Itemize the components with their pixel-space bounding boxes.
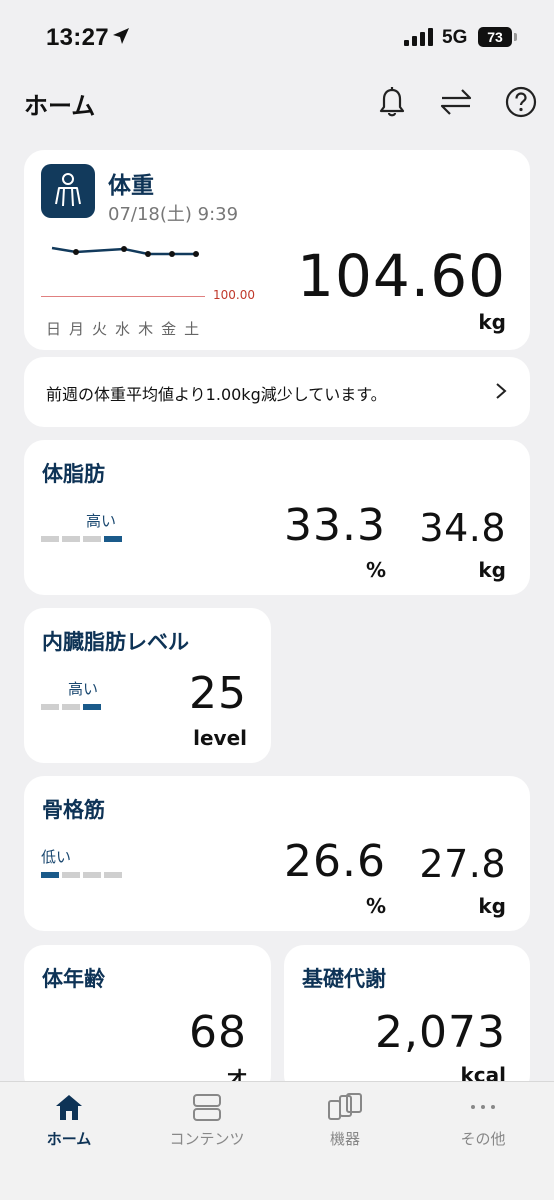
weight-card[interactable]: 体重 07/18(土) 9:39 100.00 日 月 火 水 木 金 土 10…	[24, 150, 530, 350]
day-label: 火	[92, 320, 108, 338]
visceral-fat-level-bar	[41, 704, 101, 710]
tab-more[interactable]: その他	[414, 1092, 552, 1149]
body-age-title: 体年齢	[42, 967, 105, 991]
day-label: 月	[69, 320, 85, 338]
tab-contents[interactable]: コンテンツ	[138, 1092, 276, 1149]
tab-label: ホーム	[46, 1130, 92, 1148]
skeletal-muscle-card[interactable]: 骨格筋 低い 26.6 % 27.8 kg	[24, 776, 530, 931]
skeletal-muscle-percent: 26.6	[284, 836, 386, 887]
weekday-labels: 日 月 火 水 木 金 土	[46, 318, 199, 339]
reference-label: 100.00	[213, 288, 255, 302]
level-segment	[83, 536, 101, 542]
skeletal-muscle-mass-unit: kg	[478, 894, 506, 918]
battery-level: 73	[487, 29, 503, 45]
signal-icon	[404, 28, 433, 46]
reference-line	[41, 296, 205, 297]
body-fat-level-bar	[41, 536, 122, 542]
bmr-value: 2,073	[375, 1007, 506, 1058]
spark-point	[193, 251, 199, 257]
day-label: 水	[115, 320, 131, 338]
tab-label: コンテンツ	[169, 1130, 245, 1148]
chevron-right-icon	[496, 383, 507, 399]
skeletal-muscle-mass: 27.8	[419, 842, 506, 886]
weight-title: 体重	[108, 173, 154, 199]
skeletal-muscle-title: 骨格筋	[42, 798, 105, 822]
tab-devices[interactable]: 機器	[276, 1092, 414, 1149]
bottom-tab-bar: ホーム コンテンツ 機器 その他	[0, 1081, 554, 1200]
skeletal-muscle-level-label: 低い	[41, 848, 72, 866]
status-time: 13:27	[46, 24, 109, 51]
spark-point	[73, 249, 79, 255]
basal-metabolism-card[interactable]: 基礎代謝 2,073 kcal	[284, 945, 530, 1095]
level-segment	[41, 536, 59, 542]
message-text: 前週の体重平均値より1.00kg減少しています。	[46, 385, 387, 404]
level-segment-active	[41, 872, 59, 878]
level-segment	[62, 704, 80, 710]
battery-icon: 73	[478, 27, 512, 47]
visceral-fat-level-label: 高い	[68, 680, 99, 698]
more-icon	[471, 1105, 495, 1109]
spark-point	[121, 246, 127, 252]
body-age-card[interactable]: 体年齢 68 才	[24, 945, 271, 1095]
weight-date: 07/18(土) 9:39	[108, 204, 239, 225]
visceral-fat-value: 25	[189, 668, 247, 719]
home-icon	[56, 1095, 82, 1120]
contents-icon	[193, 1094, 221, 1121]
body-avatar-icon	[41, 164, 95, 218]
weight-sparkline	[51, 246, 199, 257]
level-segment-active	[83, 704, 101, 710]
network-type: 5G	[442, 27, 468, 48]
day-label: 木	[138, 320, 154, 338]
day-label: 日	[46, 320, 62, 338]
level-segment	[104, 872, 122, 878]
body-fat-title: 体脂肪	[42, 462, 105, 486]
body-fat-card[interactable]: 体脂肪 高い 33.3 % 34.8 kg	[24, 440, 530, 595]
visceral-fat-unit: level	[193, 726, 247, 750]
visceral-fat-title: 内臓脂肪レベル	[42, 630, 189, 654]
skeletal-muscle-percent-unit: %	[365, 894, 386, 918]
sync-icon[interactable]	[440, 86, 472, 118]
status-bar: 13:27 5G 73	[0, 0, 554, 74]
body-fat-mass-unit: kg	[478, 558, 506, 582]
level-segment	[62, 872, 80, 878]
bmr-title: 基礎代謝	[302, 967, 386, 991]
spark-point	[169, 251, 175, 257]
body-fat-percent: 33.3	[284, 500, 386, 551]
level-segment	[83, 872, 101, 878]
weight-unit: kg	[478, 310, 506, 334]
day-label: 土	[184, 320, 200, 338]
devices-icon	[328, 1093, 362, 1120]
level-segment-active	[104, 536, 122, 542]
tab-label: 機器	[329, 1130, 360, 1148]
weight-value: 104.60	[297, 242, 506, 310]
bell-icon[interactable]	[376, 86, 408, 118]
location-arrow-icon	[113, 28, 129, 44]
battery-cap	[514, 33, 517, 41]
body-age-value: 68	[189, 1007, 247, 1058]
visceral-fat-card[interactable]: 内臓脂肪レベル 高い 25 level	[24, 608, 271, 763]
level-segment	[41, 704, 59, 710]
body-fat-mass: 34.8	[419, 506, 506, 550]
spark-point	[145, 251, 151, 257]
body-fat-percent-unit: %	[365, 558, 386, 582]
body-fat-level-label: 高い	[86, 512, 117, 530]
skeletal-muscle-level-bar	[41, 872, 122, 878]
tab-home[interactable]: ホーム	[0, 1092, 138, 1149]
weekly-comparison-message[interactable]: 前週の体重平均値より1.00kg減少しています。	[24, 357, 530, 427]
day-label: 金	[161, 320, 177, 338]
page-title: ホーム	[24, 92, 96, 120]
level-segment	[62, 536, 80, 542]
help-icon[interactable]	[505, 86, 537, 118]
tab-label: その他	[460, 1130, 506, 1148]
